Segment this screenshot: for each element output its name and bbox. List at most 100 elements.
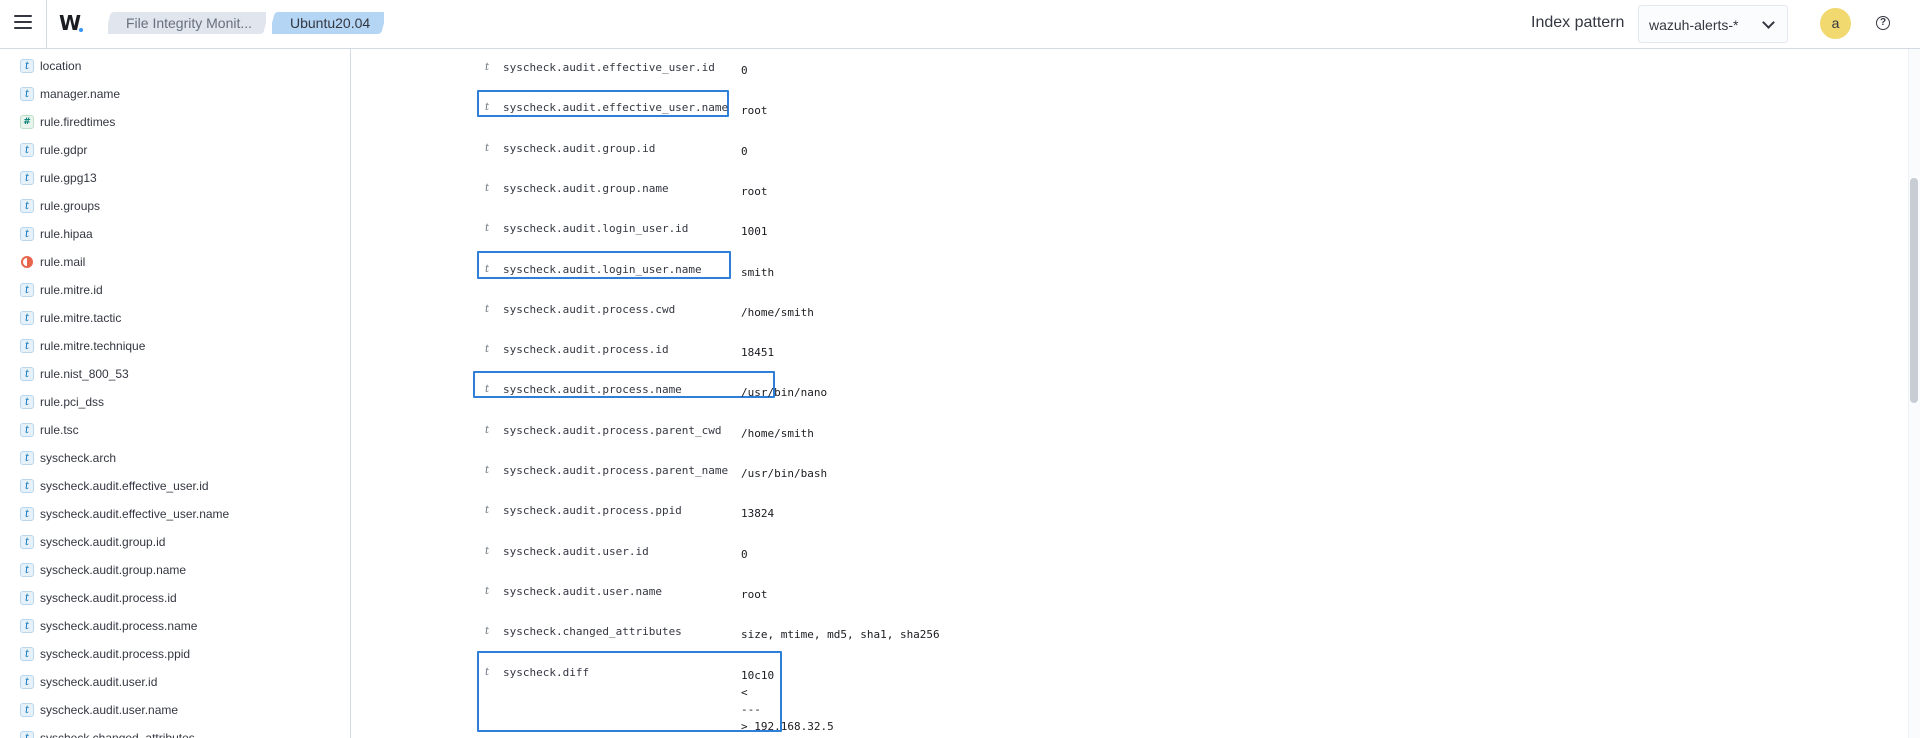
doc-field-key: syscheck.changed_attributes (503, 625, 682, 639)
string-field-icon: t (485, 303, 490, 315)
sidebar-field-label: rule.pci_dss (40, 395, 105, 409)
string-field-icon: t (20, 227, 34, 241)
index-pattern-value: wazuh-alerts-* (1649, 17, 1739, 33)
sidebar-field-label: manager.name (40, 87, 121, 101)
sidebar-field-label: rule.gpg13 (40, 171, 97, 185)
avatar[interactable]: a (1820, 8, 1851, 39)
doc-field-key: syscheck.audit.login_user.name (503, 262, 702, 276)
sidebar-field-label: rule.mitre.technique (40, 339, 146, 353)
string-field-icon: t (20, 731, 34, 738)
string-field-icon: t (20, 675, 34, 689)
string-field-icon: t (485, 62, 490, 73)
string-field-icon: t (485, 505, 490, 517)
sidebar-field-item[interactable]: t syscheck.audit.user.name (20, 700, 178, 720)
doc-field-value-line: > 192.168.32.5 (741, 719, 834, 733)
sidebar-field-label: rule.mitre.id (40, 283, 103, 297)
doc-field-key: syscheck.audit.user.id (503, 544, 649, 558)
sidebar-field-label: syscheck.changed_attributes (40, 731, 195, 738)
string-field-icon: t (20, 59, 34, 73)
sidebar-field-item[interactable]: t syscheck.audit.group.id (20, 532, 165, 552)
doc-field-key: syscheck.audit.login_user.id (503, 222, 689, 236)
document-details: t syscheck.audit.effective_user.id 0 t sysch… (352, 49, 1908, 738)
string-field-icon: t (485, 626, 490, 638)
wazuh-logo[interactable]: W (59, 11, 81, 35)
sidebar-field-label: rule.groups (40, 199, 101, 213)
sidebar-field-item[interactable]: t rule.mitre.id (20, 280, 103, 300)
doc-field-value: 1001 (741, 225, 768, 239)
sidebar-field-item[interactable]: t rule.pci_dss (20, 392, 104, 412)
sidebar-field-item[interactable]: t syscheck.audit.effective_user.name (20, 504, 229, 524)
header-divider (46, 0, 47, 49)
sidebar-field-label: syscheck.audit.process.ppid (40, 647, 191, 661)
sidebar-field-label: rule.nist_800_53 (40, 367, 129, 381)
menu-icon[interactable] (14, 14, 32, 30)
string-field-icon: t (485, 465, 490, 476)
sidebar-field-item[interactable]: t syscheck.audit.process.id (20, 588, 177, 608)
doc-field-value: root (741, 587, 768, 601)
sidebar-field-item[interactable]: t rule.mitre.technique (20, 336, 145, 356)
string-field-icon: t (20, 591, 34, 605)
top-header: W File Integrity Monit... Ubuntu20.04 In… (0, 0, 1920, 49)
sidebar-field-label: location (40, 59, 82, 73)
doc-field-value-line: 10c10 (741, 668, 775, 682)
sidebar-field-item[interactable]: t rule.mitre.tactic (20, 308, 121, 328)
string-field-icon: t (20, 451, 34, 465)
sidebar-field-item[interactable]: t syscheck.audit.effective_user.id (20, 476, 209, 496)
index-pattern-label: Index pattern (1531, 14, 1625, 31)
help-icon[interactable]: ? (1876, 16, 1890, 30)
breadcrumb-module[interactable]: File Integrity Monit... (108, 12, 266, 34)
doc-field-value: 18451 (741, 346, 775, 360)
string-field-icon: t (20, 703, 34, 717)
string-field-icon: t (485, 223, 490, 235)
sidebar-field-label: syscheck.audit.process.name (40, 619, 198, 633)
string-field-icon: t (485, 424, 490, 436)
doc-field-value-line: < (741, 685, 748, 699)
doc-field-value: /home/smith (741, 305, 814, 319)
sidebar-field-item[interactable]: t rule.nist_800_53 (20, 364, 129, 384)
sidebar-field-item[interactable]: t syscheck.changed_attributes (20, 728, 195, 738)
sidebar-field-label: syscheck.audit.effective_user.id (40, 479, 209, 493)
breadcrumb-agent[interactable]: Ubuntu20.04 (272, 12, 384, 34)
doc-field-value: smith (741, 265, 775, 279)
sidebar-field-item[interactable]: t rule.gdpr (20, 140, 87, 160)
sidebar-field-label: syscheck.audit.effective_user.name (40, 507, 230, 521)
sidebar-field-item[interactable]: t syscheck.audit.group.name (20, 560, 186, 580)
chevron-down-icon (1762, 16, 1775, 29)
doc-field-value-line: --- (741, 702, 761, 716)
sidebar-field-item[interactable]: t rule.hipaa (20, 224, 93, 244)
sidebar-field-label: syscheck.audit.user.name (40, 703, 179, 717)
index-pattern-select[interactable]: wazuh-alerts-* (1638, 5, 1788, 43)
sidebar-field-item[interactable]: rule.mail (20, 252, 85, 272)
sidebar-field-label: syscheck.audit.process.id (40, 591, 177, 605)
sidebar-field-label: syscheck.arch (40, 451, 117, 465)
doc-field-value: root (741, 184, 768, 198)
sidebar-field-label: rule.hipaa (40, 227, 93, 241)
sidebar-field-label: syscheck.audit.group.name (40, 563, 187, 577)
scrollbar-thumb[interactable] (1910, 178, 1918, 403)
string-field-icon: t (20, 535, 34, 549)
string-field-icon: t (20, 423, 34, 437)
string-field-icon: t (20, 143, 34, 157)
string-field-icon: t (20, 339, 34, 353)
sidebar-field-item[interactable]: t syscheck.audit.process.ppid (20, 644, 190, 664)
sidebar-field-item[interactable]: t syscheck.audit.user.id (20, 672, 157, 692)
doc-field-value: /usr/bin/nano (741, 386, 828, 400)
doc-field-key: syscheck.audit.process.ppid (503, 504, 682, 518)
sidebar-field-item[interactable]: t rule.groups (20, 196, 100, 216)
sidebar-field-item[interactable]: t rule.tsc (20, 420, 79, 440)
sidebar-field-item[interactable]: # rule.firedtimes (20, 112, 115, 132)
doc-field-value: /home/smith (741, 426, 814, 440)
sidebar-field-item[interactable]: t rule.gpg13 (20, 168, 97, 188)
sidebar-field-label: rule.tsc (40, 423, 79, 437)
sidebar-field-label: syscheck.audit.user.id (40, 675, 158, 689)
string-field-icon: t (485, 545, 490, 557)
string-field-icon: t (20, 647, 34, 661)
doc-field-value: 13824 (741, 507, 775, 521)
sidebar-field-item[interactable]: t manager.name (20, 84, 120, 104)
doc-field-key: syscheck.audit.group.id (503, 141, 656, 155)
sidebar-field-item[interactable]: t syscheck.arch (20, 448, 116, 468)
sidebar-field-item[interactable]: t location (20, 56, 81, 76)
sidebar-field-label: syscheck.audit.group.id (40, 535, 166, 549)
sidebar-field-item[interactable]: t syscheck.audit.process.name (20, 616, 197, 636)
doc-field-key: syscheck.audit.user.name (503, 584, 662, 598)
